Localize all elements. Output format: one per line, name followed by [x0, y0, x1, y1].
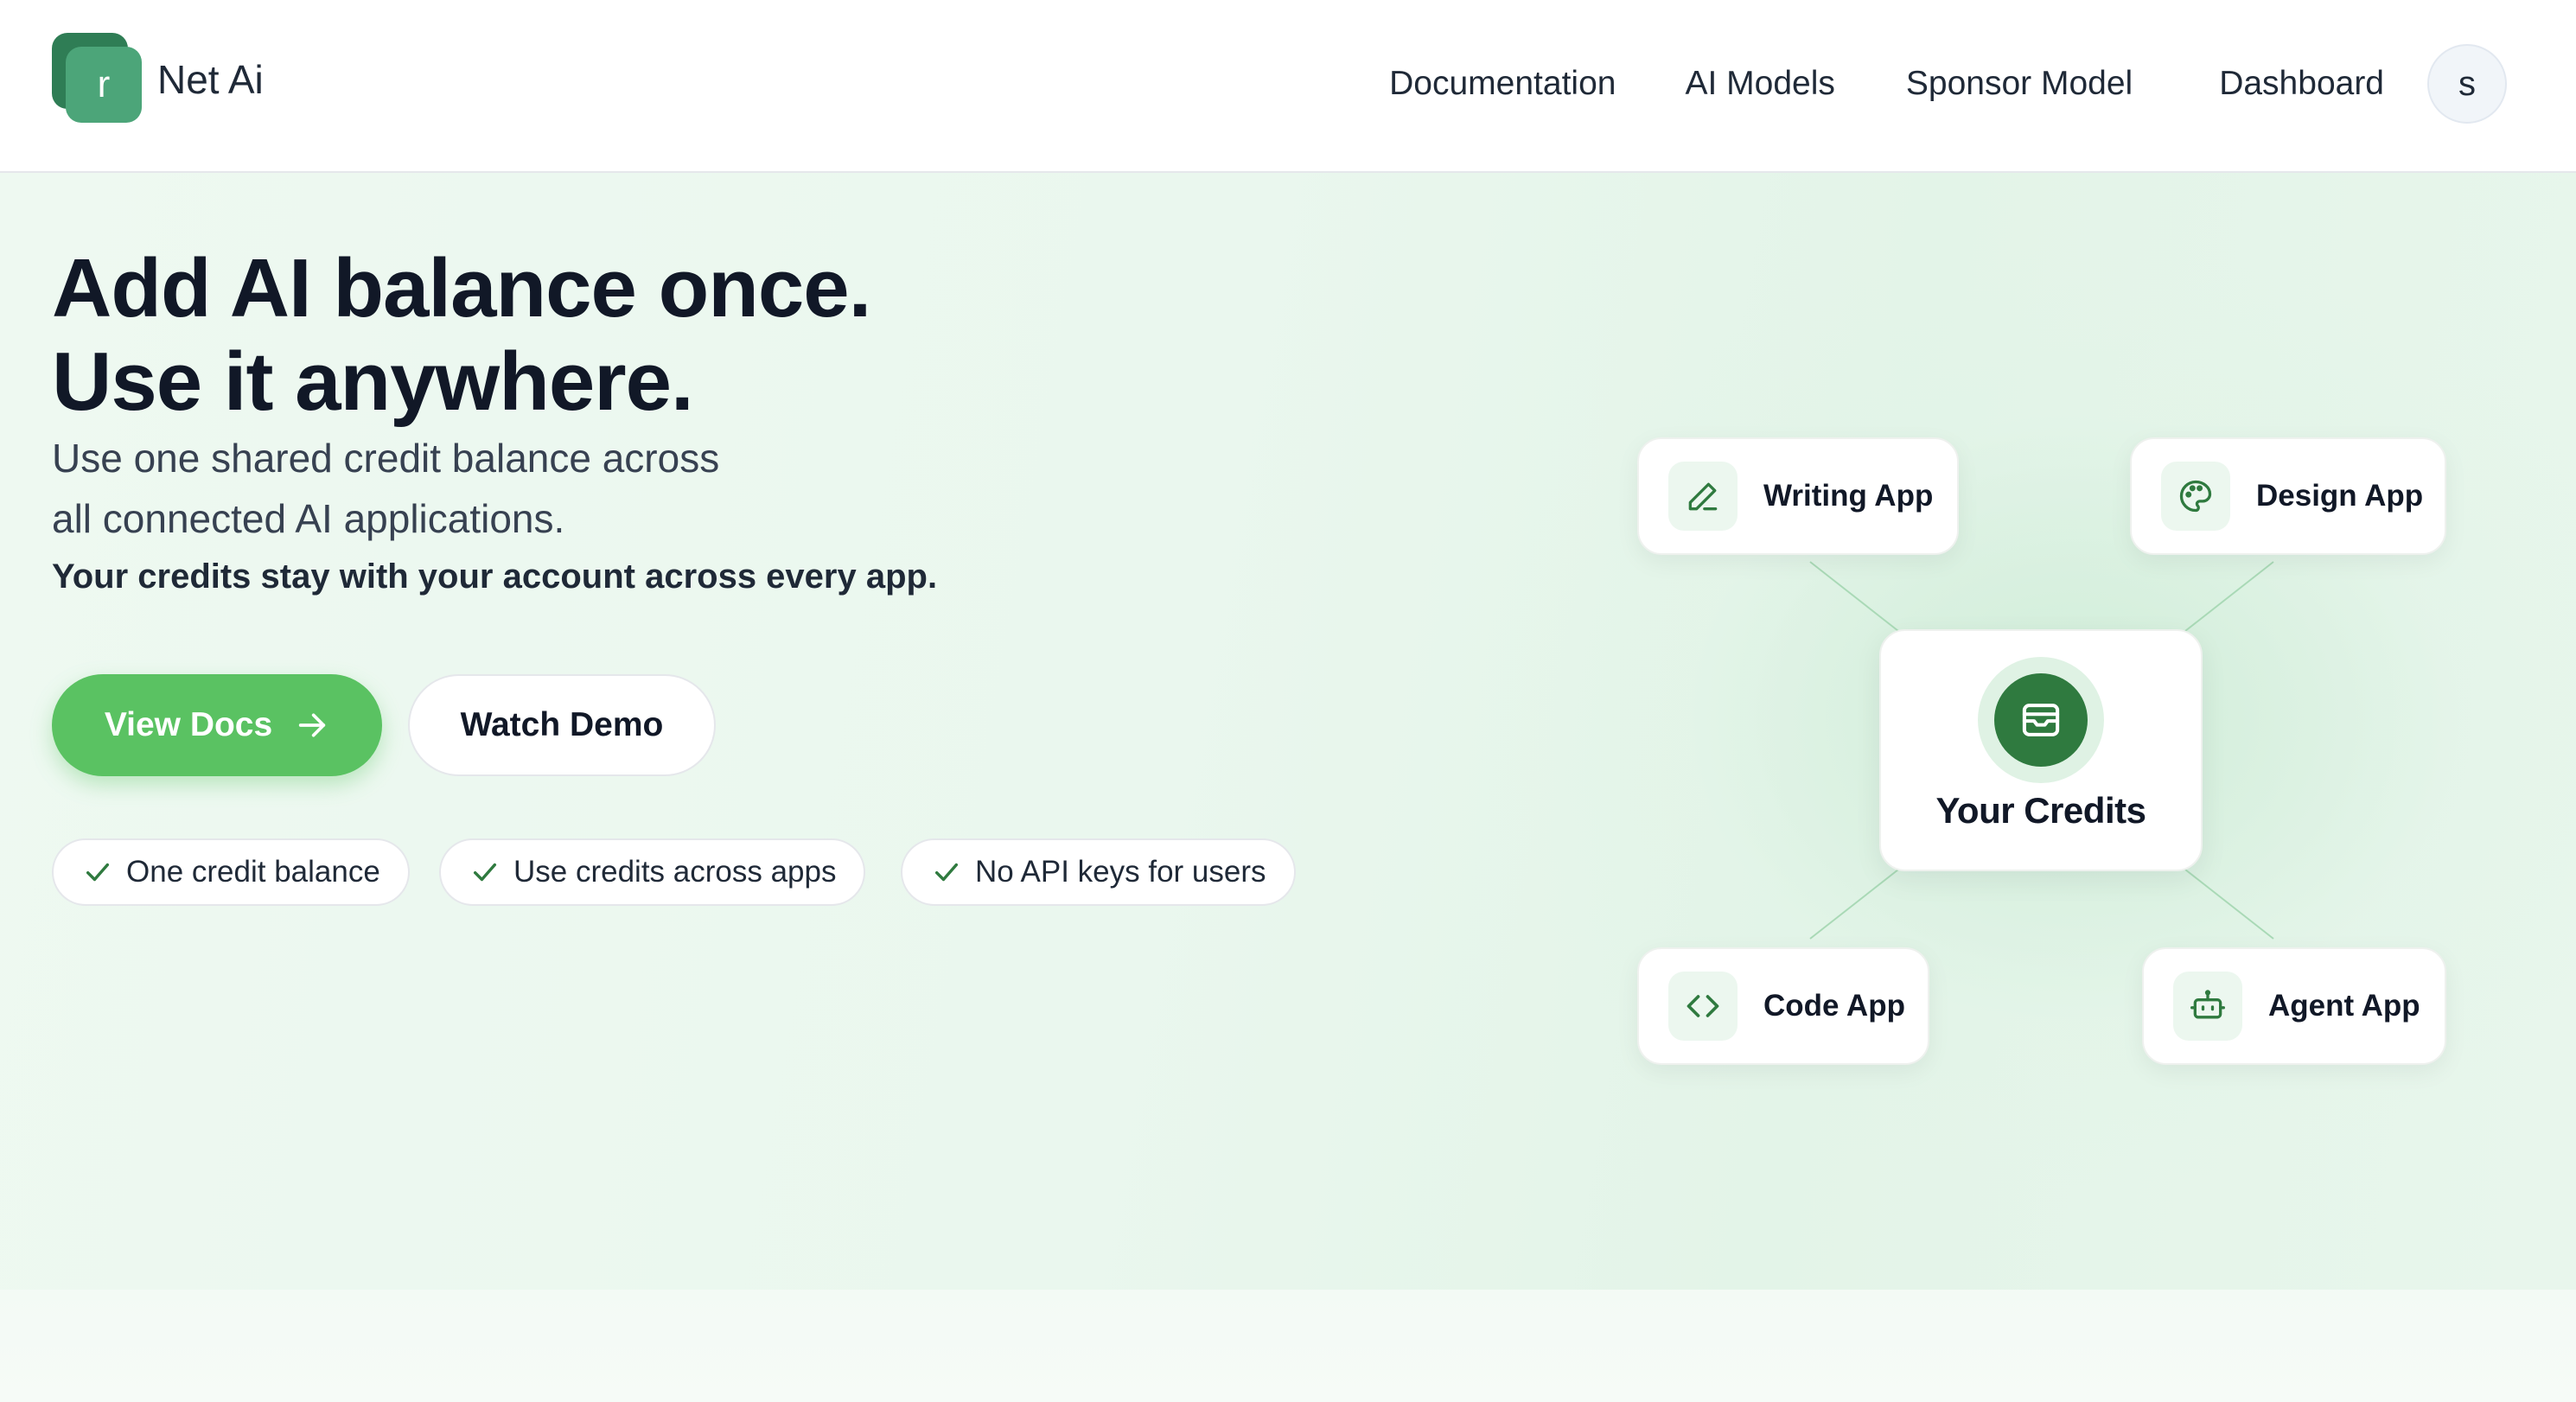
hero-subtext-bold: Your credits stay with your account acro… [52, 558, 938, 596]
palette-icon [2161, 462, 2230, 531]
feature-pill-label: Use credits across apps [513, 855, 837, 889]
agent-app-card[interactable]: Agent App [2142, 947, 2446, 1065]
code-app-card[interactable]: Code App [1637, 947, 1929, 1065]
nav-link-documentation[interactable]: Documentation [1389, 65, 1616, 103]
your-credits-card[interactable]: Your Credits [1879, 629, 2203, 871]
headline-line-2: Use it anywhere. [52, 335, 694, 428]
feature-pill-one-credit-balance: One credit balance [52, 838, 410, 906]
wallet-icon-ring [1978, 657, 2104, 783]
code-icon [1668, 972, 1738, 1041]
writing-app-card[interactable]: Writing App [1637, 437, 1959, 555]
user-avatar-button[interactable]: s [2427, 44, 2507, 124]
arrow-right-icon [299, 713, 326, 737]
top-navbar: r Net Ai Documentation AI Models Sponsor… [0, 0, 2576, 173]
writing-app-label: Writing App [1763, 479, 1934, 513]
brand-logo-link[interactable]: r Net Ai [52, 33, 264, 126]
design-app-card[interactable]: Design App [2130, 437, 2446, 555]
hero-headline: Add AI balance once. Use it anywhere. [52, 242, 871, 429]
check-icon [473, 863, 497, 882]
feature-pill-no-api-keys: No API keys for users [901, 838, 1296, 906]
bot-icon [2173, 972, 2242, 1041]
subtext-line-2: all connected AI applications. [52, 496, 565, 541]
design-app-label: Design App [2256, 479, 2424, 513]
feature-pill-use-credits-across-apps: Use credits across apps [439, 838, 866, 906]
pencil-icon [1668, 462, 1738, 531]
hero-bottom-band [0, 1290, 2576, 1402]
logo-letter: r [66, 47, 142, 123]
code-app-label: Code App [1763, 989, 1905, 1023]
nav-links: Documentation AI Models Sponsor Model Da… [1297, 0, 2507, 168]
your-credits-label: Your Credits [1935, 790, 2146, 831]
view-docs-label: View Docs [104, 706, 273, 743]
check-icon [86, 863, 110, 882]
hero-subtext: Use one shared credit balance across all… [52, 428, 916, 549]
logo-icon: r [52, 33, 145, 126]
nav-link-dashboard[interactable]: Dashboard [2219, 65, 2384, 103]
feature-pill-label: One credit balance [126, 855, 380, 889]
brand-name: Net Ai [157, 57, 264, 102]
subtext-line-1: Use one shared credit balance across [52, 436, 720, 481]
agent-app-label: Agent App [2268, 989, 2420, 1023]
feature-pill-label: No API keys for users [975, 855, 1266, 889]
nav-link-sponsor-model[interactable]: Sponsor Model [1906, 65, 2133, 103]
wallet-icon [1994, 673, 2088, 767]
check-icon [934, 863, 959, 882]
watch-demo-button[interactable]: Watch Demo [408, 674, 716, 776]
view-docs-button[interactable]: View Docs [52, 674, 382, 776]
headline-line-1: Add AI balance once. [52, 242, 871, 335]
nav-link-ai-models[interactable]: AI Models [1685, 65, 1834, 103]
